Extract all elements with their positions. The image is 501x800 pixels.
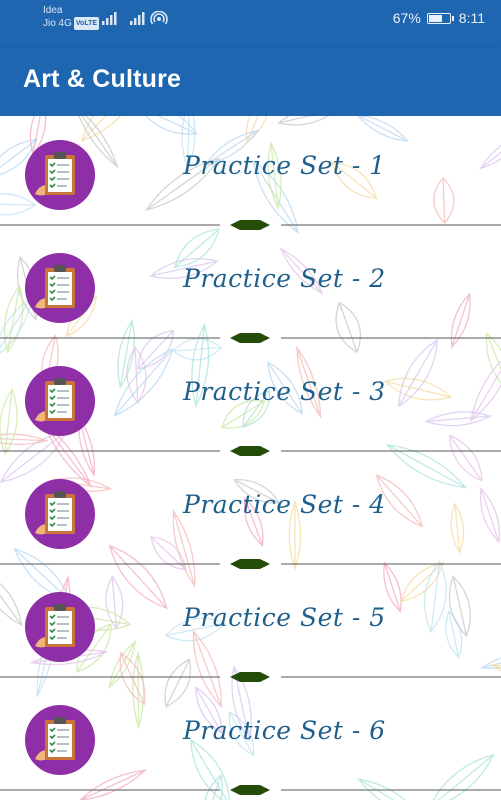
status-bar: Idea Jio 4G VoLTE 67% 8:11	[0, 0, 501, 48]
page-title: Art & Culture	[23, 65, 182, 93]
practice-set-item[interactable]: Practice Set - 3	[0, 342, 501, 456]
hotspot-icon	[150, 11, 168, 25]
practice-set-label: Practice Set - 4	[183, 490, 386, 519]
carrier-2: Jio 4G	[43, 18, 72, 29]
practice-set-list[interactable]: Practice Set - 1 Practice Set - 2 Practi…	[0, 116, 501, 800]
practice-set-avatar	[25, 479, 95, 549]
app-bar: Art & Culture	[0, 48, 501, 116]
practice-set-avatar	[25, 705, 95, 775]
practice-set-avatar	[25, 592, 95, 662]
carrier-info: Idea Jio 4G VoLTE	[43, 4, 100, 30]
signal-2-icon	[130, 12, 145, 25]
practice-set-label: Practice Set - 1	[183, 151, 386, 180]
volte-badge: VoLTE	[73, 17, 100, 30]
clipboard-checklist-icon	[25, 366, 95, 436]
practice-set-avatar	[25, 140, 95, 210]
practice-set-item[interactable]: Practice Set - 2	[0, 229, 501, 343]
practice-set-label: Practice Set - 6	[183, 716, 386, 745]
practice-set-item[interactable]: Practice Set - 4	[0, 455, 501, 569]
practice-set-item[interactable]: Practice Set - 1	[0, 116, 501, 230]
practice-set-item[interactable]: Practice Set - 5	[0, 568, 501, 682]
battery-percent: 67%	[392, 10, 421, 26]
practice-set-item[interactable]: Practice Set - 6	[0, 681, 501, 795]
row-divider	[0, 785, 501, 795]
battery-icon	[426, 12, 454, 24]
signal-1-icon	[102, 12, 117, 25]
battery-fill	[428, 14, 442, 22]
practice-set-label: Practice Set - 2	[183, 264, 386, 293]
clipboard-checklist-icon	[25, 479, 95, 549]
clock: 8:11	[458, 10, 485, 26]
practice-set-label: Practice Set - 3	[183, 377, 386, 406]
carrier-1: Idea	[43, 5, 63, 16]
practice-set-avatar	[25, 366, 95, 436]
clipboard-checklist-icon	[25, 140, 95, 210]
clipboard-checklist-icon	[25, 705, 95, 775]
practice-set-label: Practice Set - 5	[183, 603, 386, 632]
status-right: 67% 8:11	[393, 10, 485, 26]
practice-set-avatar	[25, 253, 95, 323]
clipboard-checklist-icon	[25, 592, 95, 662]
clipboard-checklist-icon	[25, 253, 95, 323]
diamond-icon	[230, 785, 270, 795]
